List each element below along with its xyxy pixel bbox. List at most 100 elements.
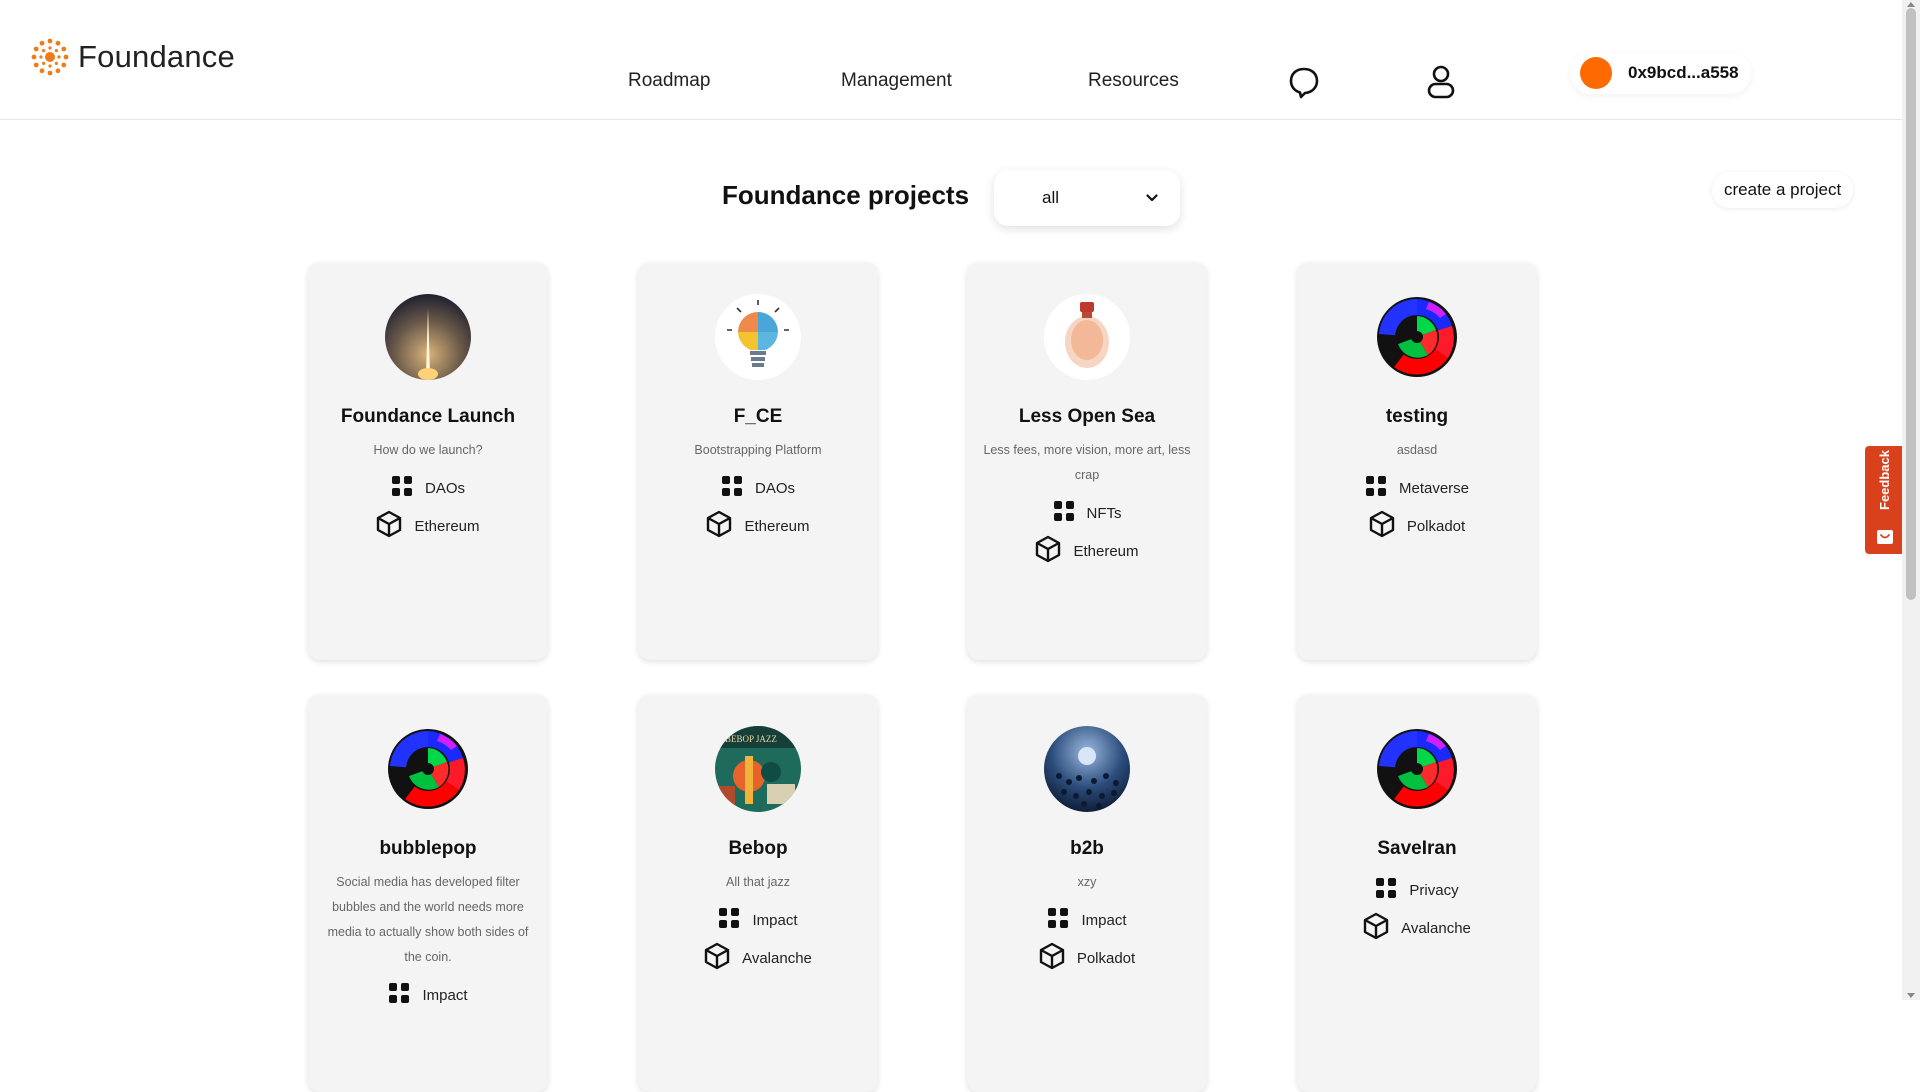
project-name: bubblepop: [379, 838, 477, 859]
foundance-logo[interactable]: Foundance: [30, 36, 235, 78]
project-tags: Impact Polkadot: [967, 901, 1207, 977]
category-filter-select[interactable]: all: [994, 170, 1180, 226]
project-image: [385, 726, 471, 812]
project-card[interactable]: BEBOP JAZZ Bebop All that jazz Impact Avalan…: [638, 694, 878, 1092]
project-tags: Metaverse Polkadot: [1297, 469, 1537, 545]
scroll-up-arrow-icon[interactable]: [1907, 2, 1915, 7]
project-chain: Avalanche: [1363, 909, 1471, 947]
category-grid-icon: [1365, 475, 1387, 502]
chat-bubble-icon[interactable]: [1288, 66, 1320, 105]
chain-label: Avalanche: [1401, 919, 1471, 937]
project-card[interactable]: Foundance Launch How do we launch? DAOs Eth…: [308, 262, 548, 660]
project-card[interactable]: Less Open Sea Less fees, more vision, mor…: [967, 262, 1207, 660]
project-name: Bebop: [728, 838, 788, 859]
blockchain-cube-icon: [1035, 535, 1061, 568]
blockchain-cube-icon: [706, 510, 732, 543]
blockchain-cube-icon: [1369, 510, 1395, 543]
feedback-icon: [1877, 530, 1893, 544]
chain-label: Polkadot: [1076, 949, 1136, 967]
chevron-down-icon: [1146, 194, 1158, 202]
category-grid-icon: [1375, 877, 1397, 904]
nav-roadmap[interactable]: Roadmap: [628, 70, 710, 92]
blockchain-cube-icon: [1363, 912, 1389, 945]
chain-label: Ethereum: [1073, 542, 1139, 560]
project-category: DAOs: [721, 469, 795, 507]
blockchain-cube-icon: [376, 510, 402, 543]
project-name: Less Open Sea: [1018, 406, 1156, 427]
project-tags: Impact: [308, 976, 548, 1014]
category-grid-icon: [1047, 907, 1069, 934]
project-description: Bootstrapping Platform: [694, 443, 822, 457]
nav-resources[interactable]: Resources: [1088, 70, 1179, 92]
project-tags: Impact Avalanche: [638, 901, 878, 977]
category-grid-icon: [388, 982, 410, 1009]
category-label: Privacy: [1409, 881, 1459, 899]
page-title: Foundance projects: [722, 180, 970, 210]
project-card[interactable]: F_CE Bootstrapping Platform DAOs Ethereum: [638, 262, 878, 660]
wallet-avatar: [1580, 57, 1612, 89]
nav-management[interactable]: Management: [841, 70, 952, 92]
project-name: Foundance Launch: [340, 406, 516, 427]
project-description: How do we launch?: [373, 443, 483, 457]
project-category: Impact: [1047, 901, 1127, 939]
page-scrollbar[interactable]: [1902, 0, 1920, 1000]
project-description: All that jazz: [726, 875, 790, 889]
project-chain: Avalanche: [704, 939, 812, 977]
svg-text:BEBOP JAZZ: BEBOP JAZZ: [725, 734, 777, 744]
wallet-address: 0x9bcd...a558: [1628, 63, 1739, 82]
category-label: DAOs: [424, 479, 465, 497]
feedback-label: Feedback: [1876, 450, 1892, 510]
category-label: Impact: [1081, 911, 1127, 929]
project-name: b2b: [1070, 838, 1104, 859]
category-label: NFTs: [1086, 504, 1122, 522]
category-label: DAOs: [754, 479, 795, 497]
project-image: [385, 294, 471, 380]
blockchain-cube-icon: [1039, 942, 1065, 975]
project-image: [1374, 726, 1460, 812]
project-card[interactable]: SaveIran Privacy Avalanche: [1297, 694, 1537, 1092]
project-tags: DAOs Ethereum: [638, 469, 878, 545]
project-card[interactable]: bubblepop Social media has developed filt…: [308, 694, 548, 1092]
project-image: [1044, 726, 1130, 812]
scroll-down-arrow-icon[interactable]: [1907, 993, 1915, 998]
wallet-button[interactable]: 0x9bcd...a558: [1570, 52, 1751, 94]
project-chain: Polkadot: [1369, 507, 1465, 545]
project-chain: Ethereum: [376, 507, 480, 545]
project-category: DAOs: [391, 469, 465, 507]
filter-value: all: [1042, 188, 1060, 207]
user-profile-icon[interactable]: [1426, 64, 1456, 105]
project-image: [1044, 294, 1130, 380]
category-grid-icon: [721, 475, 743, 502]
feedback-tab[interactable]: Feedback: [1865, 446, 1903, 554]
logo-text: Foundance: [78, 39, 235, 74]
project-chain: Ethereum: [1035, 532, 1139, 570]
project-category: Impact: [718, 901, 798, 939]
top-header: Foundance Roadmap Management Resources 0…: [0, 0, 1902, 120]
category-label: Metaverse: [1398, 479, 1470, 497]
project-chain: Polkadot: [1039, 939, 1135, 977]
chain-label: Ethereum: [744, 517, 810, 535]
project-chain: Ethereum: [706, 507, 810, 545]
scroll-thumb[interactable]: [1906, 8, 1916, 600]
project-description: xzy: [1077, 875, 1097, 889]
project-image: BEBOP JAZZ: [715, 726, 801, 812]
create-project-button[interactable]: create a project: [1712, 172, 1854, 208]
project-category: Impact: [388, 976, 468, 1014]
category-grid-icon: [718, 907, 740, 934]
project-description: asdasd: [1396, 443, 1438, 457]
project-category: Metaverse: [1365, 469, 1469, 507]
chain-label: Avalanche: [742, 949, 812, 967]
project-card[interactable]: testing asdasd Metaverse Polkadot: [1297, 262, 1537, 660]
category-label: Impact: [422, 986, 468, 1004]
category-label: Impact: [752, 911, 798, 929]
project-category: Privacy: [1375, 871, 1459, 909]
project-description: Less fees, more vision, more art, less c…: [983, 443, 1191, 482]
category-grid-icon: [391, 475, 413, 502]
blockchain-cube-icon: [704, 942, 730, 975]
project-card[interactable]: b2b xzy Impact Polkadot: [967, 694, 1207, 1092]
chain-label: Polkadot: [1406, 517, 1466, 535]
project-description: Social media has developed filter bubble…: [327, 875, 529, 964]
project-tags: DAOs Ethereum: [308, 469, 548, 545]
project-tags: Privacy Avalanche: [1297, 871, 1537, 947]
chain-label: Ethereum: [414, 517, 480, 535]
